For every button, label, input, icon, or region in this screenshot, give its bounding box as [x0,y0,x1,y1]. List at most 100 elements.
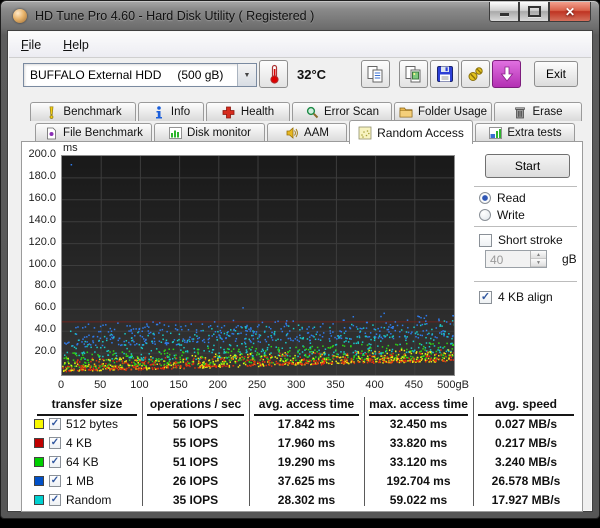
y-axis-labels: 200.0180.0160.0140.0120.0100.080.060.040… [22,142,58,382]
spinner-up-button[interactable]: ▲ [531,251,546,259]
minimize-button[interactable] [489,2,519,22]
divider [474,281,577,282]
table-row: ✓ 512 bytes 56 IOPS 17.842 ms 32.450 ms … [32,414,579,433]
col-max-access: max. access time [369,397,468,416]
menu-file[interactable]: File [21,38,41,52]
short-stroke-checkbox[interactable]: Short stroke [479,233,563,247]
short-stroke-size-value: 40 [486,251,530,267]
short-stroke-size-input[interactable]: 40 ▲ ▼ [485,250,547,268]
temperature-value: 32°C [297,67,326,82]
series-color-swatch [34,438,44,448]
iops-value: 35 IOPS [142,493,249,507]
series-color-swatch [34,457,44,467]
save-button[interactable] [430,60,459,88]
tab-label: Benchmark [63,106,121,118]
options-button[interactable] [461,60,490,88]
spinner-down-button[interactable]: ▼ [531,259,546,267]
close-button[interactable]: ✕ [549,2,591,22]
download-button[interactable] [492,60,521,88]
write-radio[interactable]: Write [479,208,525,222]
tab-disk-monitor[interactable]: Disk monitor [154,123,265,142]
tab-label: Erase [532,106,562,118]
x-axis-labels: 050100150200250300350400450500gB [61,379,471,393]
file-icon [44,126,58,140]
column-divider [473,397,474,506]
series-checkbox[interactable]: ✓ [49,437,61,449]
menu-help[interactable]: Help [63,38,89,52]
avg-speed-value: 0.027 MB/s [473,417,579,431]
results-table: transfer size operations / sec avg. acce… [32,397,579,508]
start-button[interactable]: Start [485,154,570,178]
menu-bar: File Help [9,32,591,58]
copy-image-button[interactable] [399,60,428,88]
exit-button[interactable]: Exit [534,61,578,87]
tab-aam[interactable]: AAM [267,123,347,142]
avg-speed-value: 0.217 MB/s [473,436,579,450]
folder-icon [399,105,413,119]
read-radio[interactable]: Read [479,191,526,205]
tab-extra-tests[interactable]: Extra tests [475,123,575,142]
read-label: Read [497,191,526,205]
title-bar[interactable]: HD Tune Pro 4.60 - Hard Disk Utility ( R… [1,1,599,30]
tab-random-access[interactable]: Random Access [349,120,473,144]
speaker-icon [285,126,299,140]
tab-label: File Benchmark [63,127,143,139]
tab-benchmark[interactable]: Benchmark [30,102,136,121]
col-transfer-size: transfer size [37,397,137,416]
bars-icon [168,126,182,140]
series-checkbox[interactable]: ✓ [49,475,61,487]
radio-selected-icon [479,192,491,204]
maximize-button[interactable] [519,2,549,22]
spinner-buttons: ▲ ▼ [530,251,546,267]
max-access-value: 32.450 ms [364,417,473,431]
random-access-plot [61,155,455,376]
series-label: 64 KB [66,455,99,469]
temperature-button[interactable] [259,60,288,88]
tab-label: Extra tests [507,127,561,139]
drive-select-dropdown[interactable]: BUFFALO External HDD (500 gB) ▼ [23,63,257,87]
tab-erase[interactable]: Erase [494,102,582,121]
down-arrow-icon [499,66,515,82]
tab-health[interactable]: Health [206,102,290,121]
iops-value: 51 IOPS [142,455,249,469]
max-access-value: 33.120 ms [364,455,473,469]
chart-grid-icon [488,126,502,140]
series-checkbox[interactable]: ✓ [49,418,61,430]
drive-size: (500 gB) [177,68,223,82]
tab-file-benchmark[interactable]: File Benchmark [35,123,152,142]
tab-label: Info [171,106,190,118]
copy-text-icon [366,65,385,84]
tab-label: Health [241,106,274,118]
series-checkbox[interactable]: ✓ [49,494,61,506]
tab-error-scan[interactable]: Error Scan [292,102,392,121]
kb-align-checkbox[interactable]: ✓ 4 KB align [479,290,553,304]
save-icon [436,65,454,83]
table-row: ✓ 64 KB 51 IOPS 19.290 ms 33.120 ms 3.24… [32,452,579,471]
maximize-icon [528,6,541,17]
avg-access-value: 28.302 ms [249,493,364,507]
drive-name: BUFFALO External HDD [30,68,161,82]
tab-label: Folder Usage [418,106,487,118]
avg-speed-value: 26.578 MB/s [473,474,579,488]
client-area: File Help BUFFALO External HDD (500 gB) … [7,30,593,512]
app-icon [13,9,27,23]
minimize-icon [500,13,509,16]
tab-label: AAM [304,127,329,139]
table-header: transfer size operations / sec avg. acce… [32,397,579,414]
avg-access-value: 17.842 ms [249,417,364,431]
tab-label: Disk monitor [187,127,251,139]
series-checkbox[interactable]: ✓ [49,456,61,468]
kb-align-label: 4 KB align [498,290,553,304]
write-label: Write [497,208,525,222]
iops-value: 56 IOPS [142,417,249,431]
column-divider [364,397,365,506]
tab-folder-usage[interactable]: Folder Usage [394,102,492,121]
screws-icon [466,65,485,84]
tab-info[interactable]: Info [138,102,204,121]
series-label: 4 KB [66,436,92,450]
copy-text-button[interactable] [361,60,390,88]
column-divider [249,397,250,506]
radio-unselected-icon [479,209,491,221]
divider [474,226,577,227]
series-label: Random [66,493,111,507]
